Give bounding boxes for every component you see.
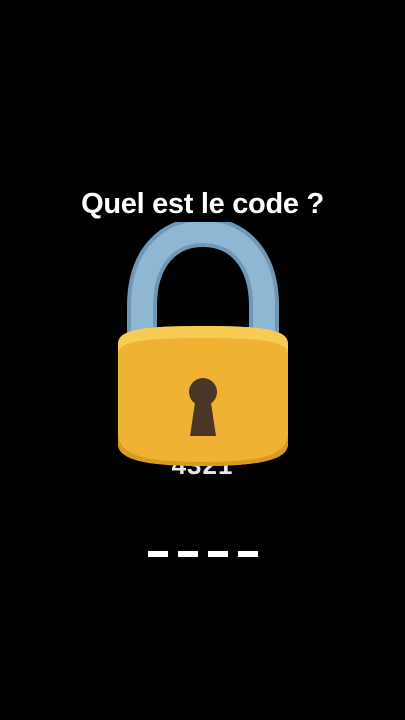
code-slot-1 xyxy=(147,551,168,557)
code-entry-slots xyxy=(0,551,405,557)
question-title: Quel est le code ? xyxy=(81,188,324,220)
code-slot-3 xyxy=(207,551,228,557)
code-slot-4 xyxy=(237,551,258,557)
padlock-icon xyxy=(112,222,294,470)
code-slot-2 xyxy=(177,551,198,557)
